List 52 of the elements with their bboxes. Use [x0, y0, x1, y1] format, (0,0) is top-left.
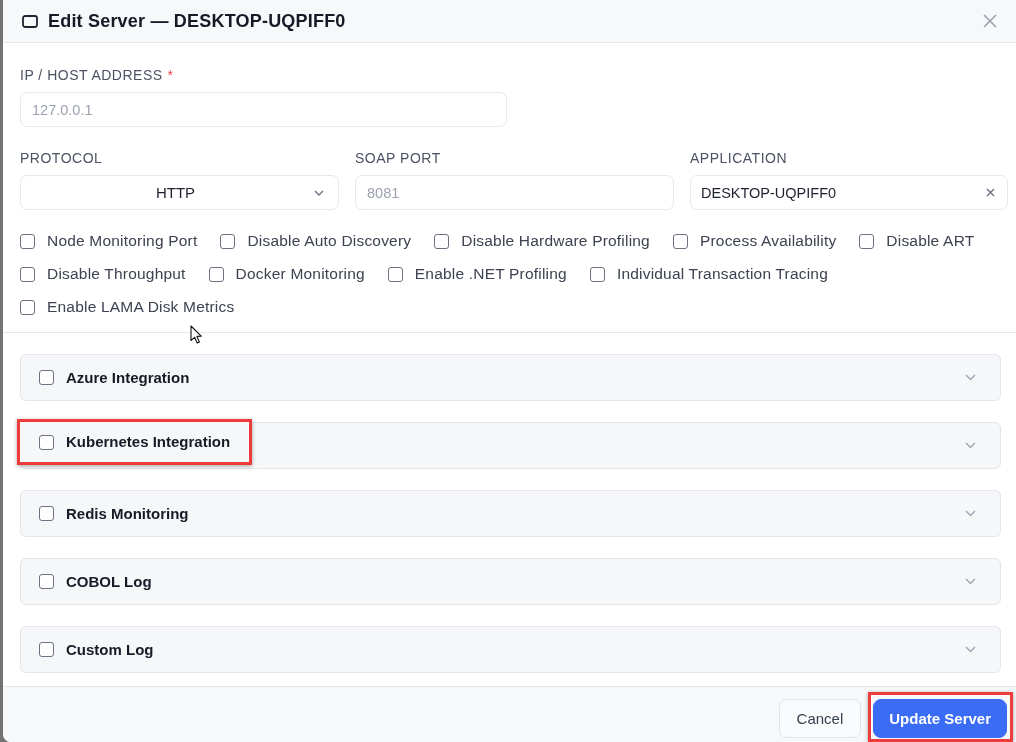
checkbox-label: Custom Log: [66, 640, 154, 659]
protocol-select[interactable]: HTTP: [20, 175, 339, 210]
checkbox[interactable]: [20, 266, 35, 282]
close-icon[interactable]: [983, 14, 997, 28]
checkbox-label: Disable ART: [886, 232, 975, 250]
checkbox[interactable]: [39, 574, 54, 589]
accordion-header[interactable]: COBOL Log: [20, 558, 1001, 605]
clear-icon[interactable]: [986, 188, 995, 197]
checkbox[interactable]: [859, 233, 875, 249]
checkbox[interactable]: [39, 506, 54, 521]
checkbox-label: Azure Integration: [66, 368, 190, 387]
checkbox-label: Disable Auto Discovery: [247, 232, 412, 250]
checkbox[interactable]: [39, 434, 54, 450]
checkbox[interactable]: [208, 266, 224, 282]
checkbox-label: COBOL Log: [66, 572, 152, 591]
accordion-header[interactable]: Azure Integration: [20, 354, 1001, 401]
checkbox[interactable]: [387, 266, 403, 282]
accordion-header[interactable]: Redis Monitoring: [20, 490, 1001, 537]
application-field[interactable]: DESKTOP-UQPIFF0: [690, 175, 1008, 210]
caret-icon: [314, 189, 324, 196]
field-label: APPLICATION: [690, 150, 788, 166]
checkbox-label: Enable LAMA Disk Metrics: [47, 298, 235, 316]
update-button[interactable]: Update Server: [873, 699, 1007, 738]
field-label: IP / HOST ADDRESS: [20, 67, 163, 83]
checkbox-label: Process Availability: [699, 232, 837, 250]
dialog-title: Edit Server — DESKTOP-UQPIFF0: [48, 10, 346, 32]
checkbox-label: Enable .NET Profiling: [414, 265, 567, 283]
checkbox[interactable]: [672, 233, 688, 249]
host-field[interactable]: 127.0.0.1: [20, 92, 507, 127]
checkbox[interactable]: [39, 642, 54, 657]
checkbox-label: Kubernetes Integration: [66, 433, 231, 451]
field-label: SOAP PORT: [355, 150, 441, 166]
accordion-header[interactable]: Kubernetes Integration: [20, 422, 1001, 469]
checkbox-label: Disable Hardware Profiling: [461, 232, 650, 250]
cursor-icon: [190, 325, 202, 344]
checkbox[interactable]: [434, 233, 450, 249]
required-mark: *: [167, 67, 174, 83]
checkbox[interactable]: [589, 266, 605, 282]
checkbox[interactable]: [20, 233, 35, 249]
checkbox-label: Node Monitoring Port: [47, 232, 198, 250]
checkbox[interactable]: [39, 370, 54, 385]
checkbox-label: Disable Throughput: [47, 265, 186, 283]
checkbox-label: Docker Monitoring: [235, 265, 365, 283]
field-label: PROTOCOL: [20, 150, 103, 166]
checkbox-label: Redis Monitoring: [66, 504, 189, 523]
checkbox[interactable]: [20, 299, 35, 315]
port-field[interactable]: 8081: [355, 175, 674, 210]
cancel-button[interactable]: Cancel: [778, 699, 862, 738]
accordion-header[interactable]: Custom Log: [20, 626, 1001, 673]
checkbox-label: Individual Transaction Tracing: [616, 265, 828, 283]
checkbox[interactable]: [220, 233, 236, 249]
monitor-icon: [22, 14, 38, 28]
